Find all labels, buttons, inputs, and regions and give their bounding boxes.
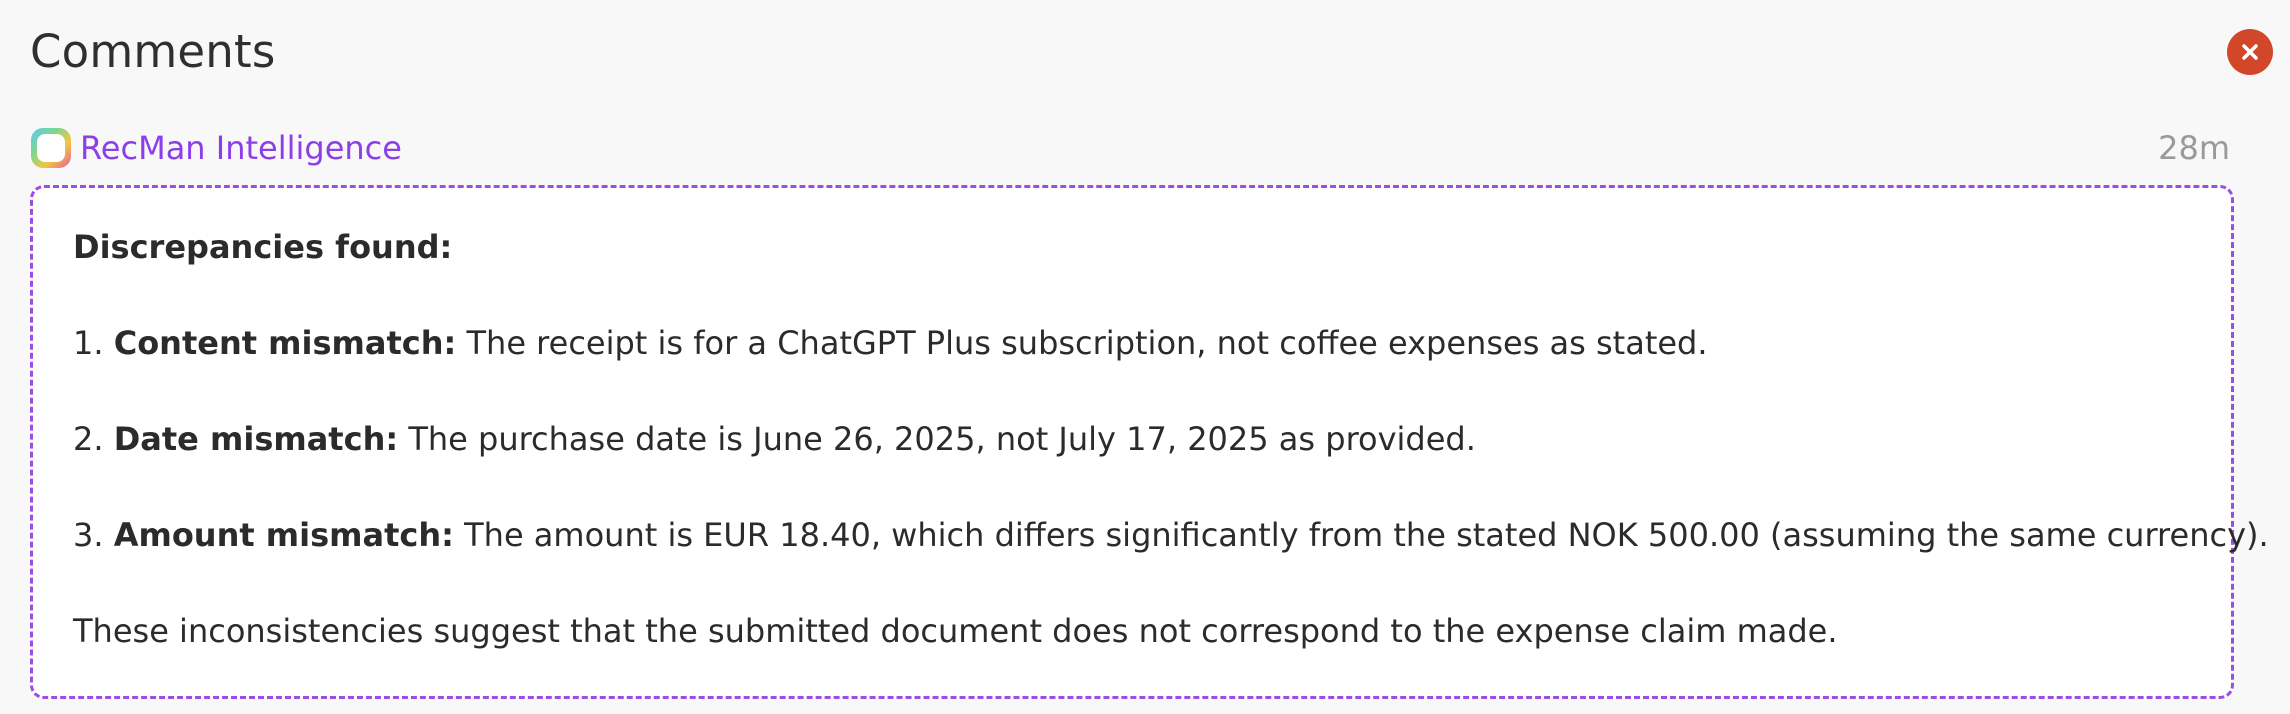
comment-heading-text: Discrepancies found: — [73, 228, 453, 266]
item-number: 1. — [73, 324, 104, 362]
discrepancy-item: 3. Amount mismatch: The amount is EUR 18… — [73, 514, 2269, 556]
item-label: Date mismatch: — [113, 420, 399, 458]
close-icon — [2242, 44, 2258, 60]
discrepancy-item: 1. Content mismatch: The receipt is for … — [73, 322, 2193, 364]
comment-conclusion: These inconsistencies suggest that the s… — [73, 612, 1838, 650]
comment-header: RecMan Intelligence 28m — [30, 125, 2230, 171]
comment-box: Discrepancies found: 1. Content mismatch… — [30, 185, 2269, 699]
item-label: Content mismatch: — [113, 324, 457, 362]
item-text: The amount is EUR 18.40, which differs s… — [453, 516, 2269, 554]
discrepancy-item: 2. Date mismatch: The purchase date is J… — [73, 418, 2193, 460]
close-button[interactable] — [2227, 29, 2273, 75]
comment-body: Discrepancies found: 1. Content mismatch… — [73, 226, 2269, 652]
ai-logo-icon — [31, 128, 71, 168]
comment-timestamp: 28m — [2158, 129, 2230, 167]
comments-panel: Comments RecMan Intelligence 28m Discrep… — [0, 0, 2290, 714]
comment-heading: Discrepancies found: — [73, 226, 2193, 268]
item-label: Amount mismatch: — [113, 516, 454, 554]
item-text: The purchase date is June 26, 2025, not … — [398, 420, 1476, 458]
item-text: The receipt is for a ChatGPT Plus subscr… — [456, 324, 1708, 362]
comment-author[interactable]: RecMan Intelligence — [80, 125, 402, 171]
panel-title: Comments — [30, 25, 276, 78]
item-number: 3. — [73, 516, 104, 554]
item-number: 2. — [73, 420, 104, 458]
